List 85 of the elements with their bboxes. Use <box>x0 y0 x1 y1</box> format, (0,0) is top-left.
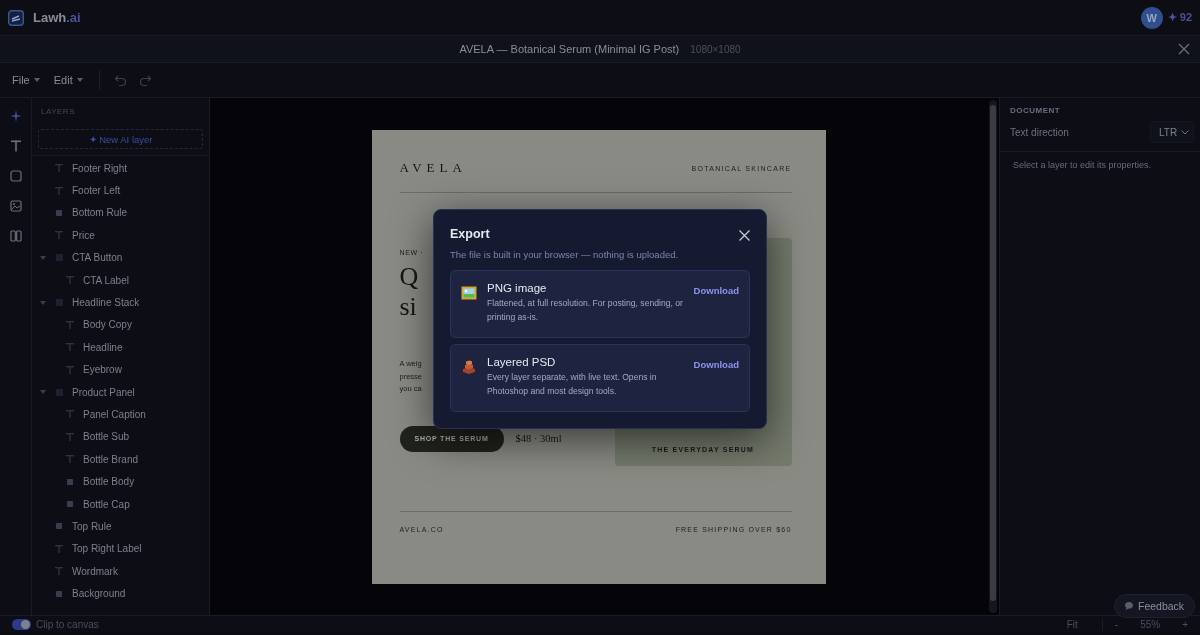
caret-icon <box>33 78 40 82</box>
layer-item[interactable]: Headline <box>83 341 123 353</box>
option-title: PNG image <box>487 282 548 294</box>
text-layer-icon <box>54 163 64 174</box>
user-avatar[interactable]: W <box>1140 6 1163 29</box>
layer-item[interactable]: Bottle Body <box>83 476 135 488</box>
shape-layer-icon <box>65 478 75 485</box>
layer-item[interactable]: Bottom Rule <box>72 207 128 219</box>
text-layer-icon <box>65 431 75 442</box>
scrollbar[interactable] <box>989 100 997 613</box>
group-layer-icon <box>56 254 63 262</box>
text-layer-icon <box>65 454 75 465</box>
shape-layer-icon <box>54 523 64 530</box>
speech-bubble-icon <box>1124 601 1134 611</box>
poster-wordmark: AVELA <box>399 160 467 176</box>
credits-count: ✦ 92 <box>1167 11 1192 24</box>
document-title: AVELA — Botanical Serum (Minimal IG Post) <box>459 43 680 55</box>
text-layer-icon <box>54 185 64 196</box>
layer-item[interactable]: Price <box>72 229 95 241</box>
zoom-level: 55% <box>1140 619 1161 630</box>
option-title: Layered PSD <box>487 356 557 368</box>
group-layer-icon <box>56 299 63 307</box>
toggle-label: Clip to canvas <box>36 619 99 630</box>
section-heading: DOCUMENT <box>1009 105 1062 115</box>
download-link[interactable]: Download <box>693 285 739 296</box>
poster-headline: Q si <box>399 262 419 322</box>
shape-layer-icon <box>65 501 75 508</box>
layer-item[interactable]: Top Rule <box>72 520 112 532</box>
text-layer-icon <box>54 566 64 577</box>
option-description: Flattened, at full resolution. For posting, sending, or printing as-is. <box>487 297 684 324</box>
shape-layer-icon <box>54 209 64 216</box>
layer-item[interactable]: CTA Label <box>83 274 129 286</box>
feedback-button[interactable]: Feedback <box>1114 594 1196 618</box>
text-layer-icon <box>54 543 64 554</box>
dialog-subtitle: The file is built in your browser — nothing is uploaded. <box>450 249 680 260</box>
layer-item[interactable]: Footer Left <box>72 185 121 197</box>
bricks-icon <box>461 359 477 375</box>
text-layer-icon <box>65 364 75 375</box>
text-layer-icon <box>54 230 64 241</box>
panel-heading: LAYERS <box>40 106 76 118</box>
image-tool-icon[interactable] <box>9 200 22 212</box>
layer-item[interactable]: Product Panel <box>72 386 135 398</box>
text-tool-icon[interactable] <box>9 140 22 152</box>
document-size: 1080×1080 <box>690 43 741 55</box>
option-description: Every layer separate, with live text. Opens in Photoshop and most design tools. <box>487 371 658 398</box>
undo-icon[interactable] <box>113 73 127 87</box>
group-layer-icon <box>56 388 63 396</box>
field-label: Text direction <box>1010 126 1069 138</box>
caret-icon <box>76 78 83 82</box>
text-layer-icon <box>65 342 75 353</box>
layer-item[interactable]: Wordmark <box>72 565 118 577</box>
layer-item[interactable]: Body Copy <box>83 319 132 331</box>
dialog-title: Export <box>450 227 490 241</box>
clip-toggle[interactable] <box>12 619 31 630</box>
layer-item[interactable]: Bottle Cap <box>83 498 130 510</box>
shape-layer-icon <box>54 590 64 597</box>
chevron-down-icon <box>1181 129 1189 135</box>
app-logo-icon <box>8 9 24 26</box>
caret-icon[interactable] <box>40 390 46 395</box>
caret-icon[interactable] <box>40 255 46 260</box>
poster-price: $48 · 30ml <box>515 433 562 444</box>
framed-picture-icon <box>461 285 477 301</box>
layer-item[interactable]: Footer Right <box>72 162 128 174</box>
layer-item[interactable]: Bottle Sub <box>83 431 130 443</box>
menu-button[interactable]: Edit <box>53 74 83 86</box>
text-direction-select[interactable]: LTR <box>1150 121 1194 143</box>
layer-item[interactable]: Background <box>72 588 126 600</box>
columns-icon[interactable] <box>9 230 22 242</box>
menu-button[interactable]: File <box>12 74 40 86</box>
layer-item[interactable]: Headline Stack <box>72 297 140 309</box>
caret-icon[interactable] <box>40 300 46 305</box>
brand-name: Lawh.ai <box>33 10 81 25</box>
empty-selection-hint: Select a layer to edit its properties. <box>1012 159 1153 172</box>
text-layer-icon <box>65 275 75 286</box>
text-layer-icon <box>65 409 75 420</box>
layer-item[interactable]: CTA Button <box>72 252 123 264</box>
layer-item[interactable]: Eyebrow <box>83 364 122 376</box>
rectangle-tool-icon[interactable] <box>9 170 22 182</box>
layer-item[interactable]: Panel Caption <box>83 409 146 420</box>
close-icon[interactable] <box>739 230 750 241</box>
layer-item[interactable]: Top Right Label <box>72 543 142 555</box>
layer-item[interactable]: Bottle Brand <box>83 453 139 465</box>
redo-icon[interactable] <box>138 73 152 87</box>
download-link[interactable]: Download <box>693 359 739 370</box>
text-layer-icon <box>65 319 75 330</box>
